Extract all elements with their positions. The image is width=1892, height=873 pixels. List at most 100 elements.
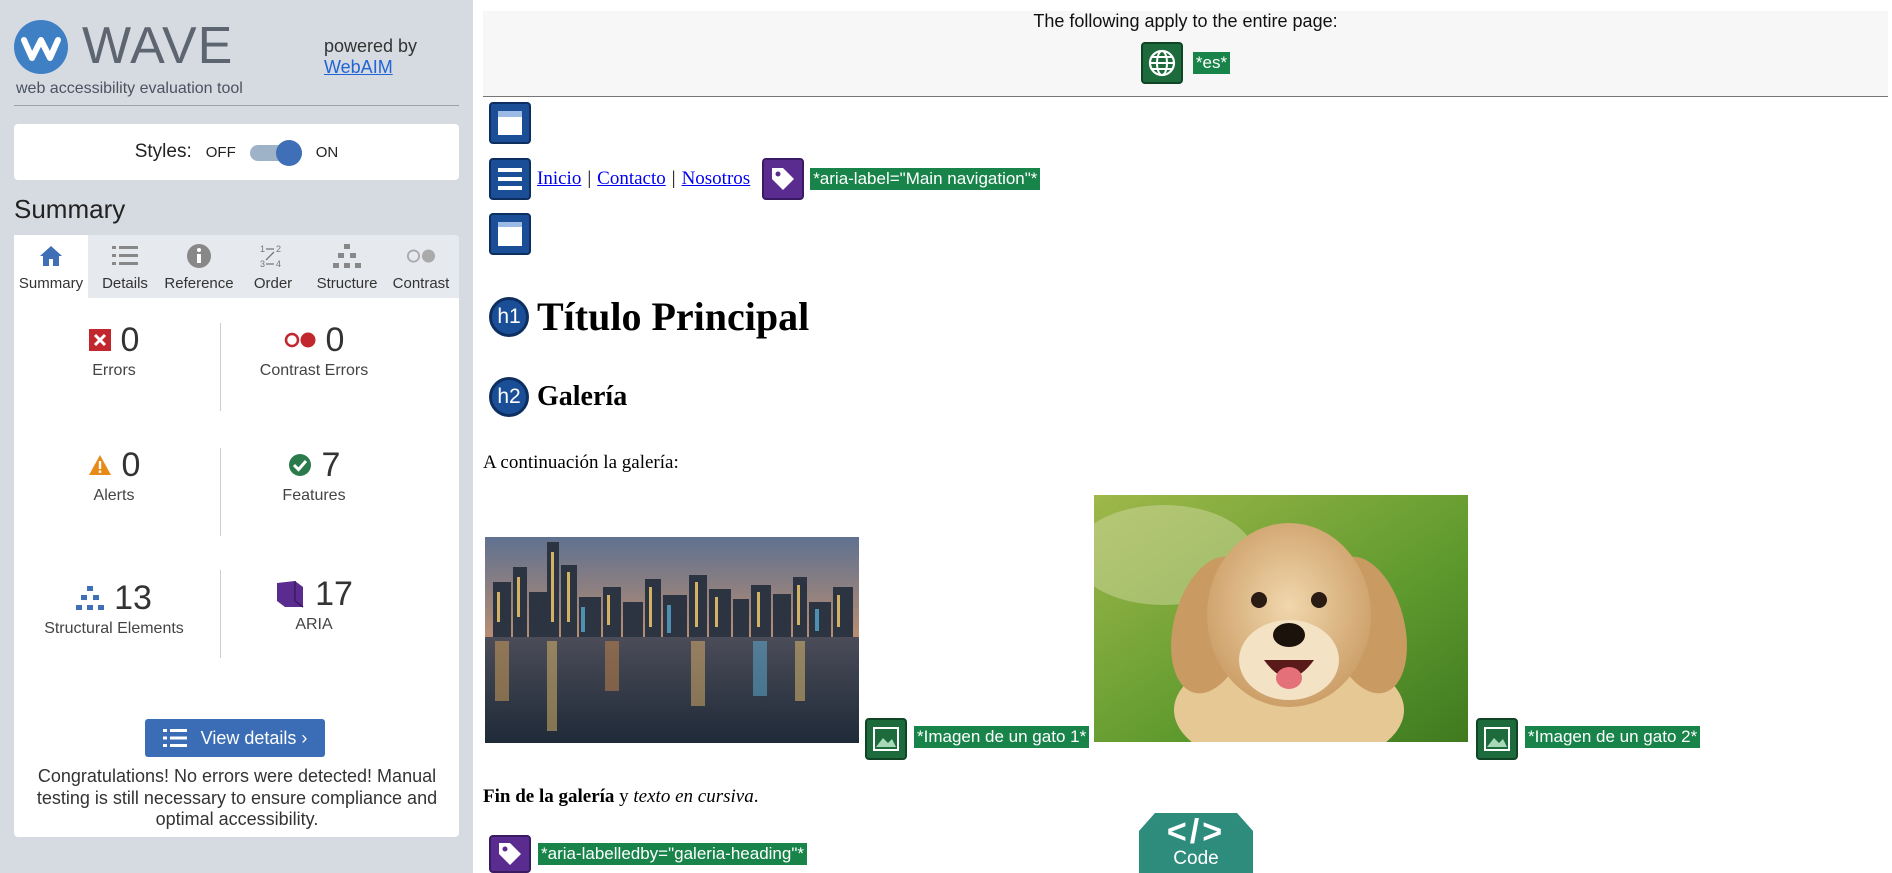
tab-label: Summary bbox=[18, 275, 84, 292]
stat-contrast-errors[interactable]: 0 Contrast Errors bbox=[214, 318, 414, 380]
styles-toggle[interactable] bbox=[249, 140, 302, 166]
info-icon bbox=[184, 241, 214, 271]
summary-title: Summary bbox=[14, 194, 126, 224]
summary-stats: 0 Errors 0 Contrast Errors 0 Alerts 7 Fe… bbox=[14, 298, 459, 688]
styles-label: Styles: bbox=[134, 141, 192, 162]
tab-label: Contrast bbox=[392, 275, 450, 292]
structural-label: Structural Elements bbox=[44, 620, 184, 637]
heading-1-line: h1 Título Principal bbox=[489, 293, 809, 340]
errors-count: 0 bbox=[120, 320, 140, 359]
brand-tagline: web accessibility evaluation tool bbox=[16, 80, 243, 97]
tab-reference[interactable]: Reference bbox=[162, 235, 236, 298]
image-alt-text-1: *Imagen de un gato 1* bbox=[914, 726, 1090, 748]
nav-link-contacto[interactable]: Contacto bbox=[597, 168, 666, 190]
header-region-icon[interactable] bbox=[489, 102, 531, 144]
tab-contrast[interactable]: Contrast bbox=[384, 235, 458, 298]
h2-badge-icon[interactable]: h2 bbox=[489, 377, 529, 417]
connector-text: y bbox=[614, 786, 634, 807]
gallery-heading: Galería bbox=[537, 381, 628, 412]
alerts-count: 0 bbox=[121, 445, 141, 484]
styles-off-label: OFF bbox=[205, 143, 236, 161]
stat-row: 0 Alerts 7 Features bbox=[14, 423, 459, 548]
nav-link-nosotros[interactable]: Nosotros bbox=[682, 168, 751, 190]
navigation-icon[interactable] bbox=[489, 158, 531, 200]
wave-logo-icon bbox=[14, 20, 68, 74]
language-tag: *es* bbox=[1192, 52, 1231, 74]
tab-label: Details bbox=[102, 275, 148, 292]
list-icon bbox=[162, 729, 187, 747]
stat-aria[interactable]: 17 ARIA bbox=[214, 572, 414, 634]
h1-badge-icon[interactable]: h1 bbox=[489, 296, 529, 337]
gallery-intro: A continuación la galería: bbox=[483, 452, 679, 473]
italic-text: texto en cursiva bbox=[633, 786, 754, 807]
nav-separator: | bbox=[671, 168, 676, 189]
stat-errors[interactable]: 0 Errors bbox=[14, 318, 214, 380]
stat-row: 13 Structural Elements 17 ARIA bbox=[14, 548, 459, 688]
image-alt-icon[interactable] bbox=[865, 718, 907, 760]
code-button[interactable]: </> Code bbox=[1139, 813, 1253, 873]
webaim-link[interactable]: WebAIM bbox=[324, 57, 417, 78]
gallery-footer-text: Fin de la galería y texto en cursiva. bbox=[483, 786, 758, 808]
tab-bar: Summary Details Reference 1 2 3 4 Order Str… bbox=[14, 235, 459, 298]
tab-structure[interactable]: Structure bbox=[310, 235, 384, 298]
code-icon: </> bbox=[1166, 813, 1226, 851]
view-details-button[interactable]: View details › bbox=[145, 719, 325, 757]
styles-on-label: ON bbox=[315, 143, 339, 161]
home-icon bbox=[36, 241, 66, 271]
aria-labelledby-tag-icon[interactable] bbox=[489, 835, 531, 873]
svg-text:3: 3 bbox=[260, 259, 265, 269]
stat-alerts[interactable]: 0 Alerts bbox=[14, 443, 214, 505]
image-alt-text-2: *Imagen de un gato 2* bbox=[1525, 726, 1701, 748]
styles-toggle-box: Styles: OFF ON bbox=[14, 124, 459, 180]
tab-summary[interactable]: Summary bbox=[14, 235, 88, 298]
powered-by-text: powered by bbox=[324, 36, 418, 56]
code-label: Code bbox=[1173, 848, 1219, 869]
navigation-line: Inicio | Contacto | Nosotros *aria-label… bbox=[489, 158, 1041, 200]
contrast-errors-count: 0 bbox=[325, 320, 345, 359]
tab-label: Order bbox=[253, 275, 293, 292]
document-icons: *es* bbox=[483, 42, 1888, 84]
stat-features[interactable]: 7 Features bbox=[214, 443, 414, 505]
features-count: 7 bbox=[321, 445, 341, 484]
list-icon bbox=[110, 241, 140, 271]
stat-structural[interactable]: 13 Structural Elements bbox=[14, 576, 214, 638]
aria-label: ARIA bbox=[295, 616, 333, 633]
brand-header: WAVE web accessibility evaluation tool p… bbox=[14, 0, 459, 106]
feature-check-icon bbox=[288, 454, 311, 476]
errors-label: Errors bbox=[92, 362, 136, 379]
error-icon bbox=[88, 329, 111, 351]
main-region-icon[interactable] bbox=[489, 213, 531, 255]
contrast-errors-label: Contrast Errors bbox=[259, 362, 369, 379]
contrast-error-icon bbox=[284, 332, 316, 348]
tab-label: Reference bbox=[164, 275, 234, 292]
tab-label: Structure bbox=[316, 275, 378, 292]
structure-elements-icon bbox=[76, 586, 105, 610]
congrats-message: Congratulations! No errors were detected… bbox=[36, 766, 438, 830]
svg-text:1: 1 bbox=[260, 244, 265, 254]
document-bar-title: The following apply to the entire page: bbox=[1033, 11, 1338, 31]
wave-sidebar: WAVE web accessibility evaluation tool p… bbox=[0, 0, 473, 873]
aria-labelledby-tag: *aria-labelledby="galeria-heading"* bbox=[538, 843, 807, 865]
dog-image bbox=[1094, 495, 1468, 742]
image-alt-icon[interactable] bbox=[1476, 718, 1518, 760]
view-details-label: View details › bbox=[200, 727, 308, 748]
document-bar: The following apply to the entire page: … bbox=[483, 11, 1888, 97]
features-label: Features bbox=[282, 487, 346, 504]
powered-by: powered by WebAIM bbox=[324, 36, 417, 77]
city-skyline-image bbox=[485, 537, 859, 743]
svg-text:2: 2 bbox=[276, 244, 281, 254]
page-title: Título Principal bbox=[537, 294, 810, 339]
tab-order[interactable]: 1 2 3 4 Order bbox=[236, 235, 310, 298]
aria-label-tag: *aria-label="Main navigation"* bbox=[810, 168, 1041, 190]
nav-separator: | bbox=[587, 168, 592, 189]
alerts-label: Alerts bbox=[93, 487, 135, 504]
nav-link-inicio[interactable]: Inicio bbox=[537, 168, 581, 190]
svg-text:4: 4 bbox=[276, 259, 281, 269]
evaluated-page: The following apply to the entire page: … bbox=[483, 0, 1892, 873]
tab-details[interactable]: Details bbox=[88, 235, 162, 298]
stat-row: 0 Errors 0 Contrast Errors bbox=[14, 298, 459, 423]
brand-name: WAVE bbox=[82, 17, 234, 75]
aria-label-tag-icon[interactable] bbox=[762, 158, 805, 200]
language-globe-icon[interactable] bbox=[1140, 42, 1183, 84]
toggle-knob bbox=[275, 140, 302, 166]
